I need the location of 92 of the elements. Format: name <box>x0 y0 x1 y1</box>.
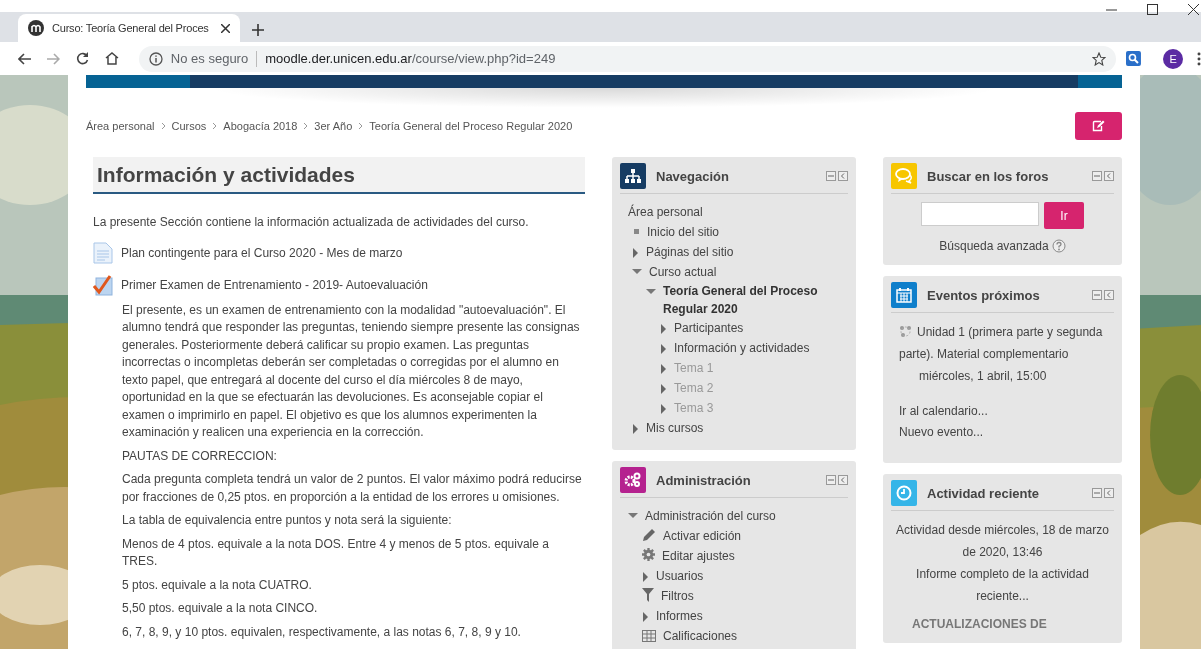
tree-item[interactable]: Mis cursos <box>646 418 704 438</box>
tree-item[interactable]: Curso actual <box>649 262 717 282</box>
back-icon[interactable] <box>18 52 31 65</box>
advanced-search-link[interactable]: Búsqueda avanzada <box>939 239 1049 253</box>
chat-icon <box>891 163 917 189</box>
edit-button[interactable] <box>1075 112 1122 140</box>
dock-icon[interactable] <box>1104 171 1114 181</box>
activity-since: Actividad desde miércoles, 18 de marzo de 2020, 13:46 <box>895 522 1110 561</box>
event-icon <box>899 325 912 338</box>
collapse-icon[interactable] <box>1092 290 1102 300</box>
clock-icon <box>891 480 917 506</box>
breadcrumb-link[interactable]: Cursos <box>171 120 207 132</box>
maximize-icon[interactable] <box>1147 4 1158 15</box>
collapse-icon[interactable] <box>826 171 836 181</box>
collapse-icon[interactable] <box>1092 488 1102 498</box>
collapse-icon[interactable] <box>826 475 836 485</box>
tree-item[interactable]: Inicio del sitio <box>647 222 720 242</box>
section-summary: La presente Sección contiene la información actualizada de actividades del curso. <box>93 214 530 231</box>
tree-item[interactable]: Filtros <box>661 586 694 606</box>
tree-item[interactable]: Activar edición <box>663 526 742 546</box>
chevron-icon <box>303 122 309 130</box>
tree-item[interactable]: Información y actividades <box>674 338 810 358</box>
description-paragraph: 5 ptos. equivale a la nota CUATRO. <box>122 576 313 594</box>
calendar-icon <box>891 282 917 308</box>
chevron-icon <box>358 122 364 130</box>
event-date: miércoles, 1 abril, 15:00 <box>918 368 1048 385</box>
reload-icon[interactable] <box>75 52 89 65</box>
chevron-icon <box>212 122 218 130</box>
tree-item[interactable]: Calificaciones <box>663 626 738 646</box>
chevron-icon <box>160 122 166 130</box>
filter-icon <box>642 588 654 602</box>
description-paragraph: Cada pregunta completa tendrá un valor de 2 puntos. El valor máximo podrá reducirse por fracciones de 0,25 ptos. en proporción a la entidad de los errores u omisiones. <box>122 471 583 506</box>
pencil-icon <box>642 528 656 542</box>
checkmark-icon <box>93 273 113 296</box>
info-icon[interactable] <box>148 51 163 66</box>
breadcrumb-link[interactable]: 3er Año <box>314 120 353 132</box>
site-icon <box>28 20 44 36</box>
dock-icon[interactable] <box>838 171 848 181</box>
tree-item[interactable]: Editar ajustes <box>662 546 735 566</box>
full-report-link[interactable]: Informe completo de la actividad reciente... <box>891 563 1114 607</box>
block-title: Navegación <box>656 168 730 184</box>
description-paragraph: El presente, es un examen de entrenamiento con la modalidad "autoevaluación". El alumno tendrá que responder las preguntas, teniendo siempre presente las consignas generales. Posteriormente deberá calificar su propio examen. Las preguntas incorrectas o incompletas deberán ser completadas o corregidas por el alumno en texto papel, que entregará al docente del curso el día miércoles 8 de mayo, oportunidad en la que se efectuarán las devoluciones. Es aconsejable copiar el examen o imprimirlo en papel. El objetivo es que los alumnos experimenten la examinación y realicen una experiencia en la corrección. <box>122 301 581 441</box>
home-icon[interactable] <box>104 52 119 65</box>
document-icon <box>93 241 113 264</box>
description-paragraph: Menos de 4 ptos. equivale a la nota DOS. Entre 4 y menos de 5 ptos. equivale a TRES. <box>122 535 550 570</box>
menu-icon[interactable] <box>1197 51 1201 66</box>
table-icon <box>642 630 656 642</box>
collapse-icon[interactable] <box>1092 171 1102 181</box>
activity-link[interactable]: Plan contingente para el Curso 2020 - Mes de marzo <box>121 245 403 260</box>
bullet-icon <box>634 229 640 235</box>
calendar-link[interactable]: Ir al calendario... <box>891 401 1114 422</box>
breadcrumb-link[interactable]: Teoría General del Proceso Regular 2020 <box>369 120 573 132</box>
tree-item[interactable]: Usuarios <box>656 566 704 586</box>
close-icon[interactable] <box>1188 4 1199 15</box>
calendar-link[interactable]: Nuevo evento... <box>891 422 1114 443</box>
tree-item[interactable]: Páginas del sitio <box>646 242 734 262</box>
tree-item[interactable]: Informes <box>656 606 703 626</box>
block-title: Buscar en los foros <box>927 168 1050 184</box>
sitemap-icon <box>620 163 646 189</box>
activity-link[interactable]: Primer Examen de Entrenamiento - 2019- Autoevaluación <box>121 277 428 292</box>
block-title: Eventos próximos <box>927 287 1041 303</box>
tree-item[interactable]: Área personal <box>628 202 703 222</box>
dock-icon[interactable] <box>838 475 848 485</box>
browser-tab[interactable]: Curso: Teoría General del Proces <box>18 14 240 42</box>
go-button[interactable]: Ir <box>1044 202 1084 229</box>
breadcrumb-link[interactable]: Abogacía 2018 <box>223 120 298 132</box>
help-icon[interactable] <box>1051 239 1066 253</box>
gears-icon <box>620 467 646 493</box>
description-paragraph: PAUTAS DE CORRECCION: <box>122 447 278 465</box>
tree-item[interactable]: Administración del curso <box>645 506 776 526</box>
block-title: Administración <box>656 472 752 488</box>
search-field[interactable] <box>921 202 1039 226</box>
settings-icon <box>642 548 655 561</box>
edit-icon <box>1092 120 1105 132</box>
updates-heading: ACTUALIZACIONES DE <box>911 617 1048 631</box>
tree-item[interactable]: Participantes <box>674 318 744 338</box>
address-bar[interactable]: No es seguro moodle.der.unicen.edu.ar/course/view.php?id=249 <box>138 45 1117 72</box>
new-tab-icon[interactable] <box>252 24 264 36</box>
dock-icon[interactable] <box>1104 290 1114 300</box>
star-icon[interactable] <box>1092 51 1107 66</box>
description-paragraph: 5,50 ptos. equivale a la nota CINCO. <box>122 600 319 617</box>
section-title: Información y actividades <box>93 157 585 194</box>
forward-icon[interactable] <box>46 52 60 65</box>
description-paragraph: La tabla de equivalencia entre puntos y nota será la siguiente: <box>122 512 453 529</box>
tree-item[interactable]: Teoría General del Proceso Regular 2020 <box>663 282 848 318</box>
description-paragraph: 6, 7, 8, 9, y 10 ptos. equivalen, respectivamente, a las notas 6, 7, 8, 9 y 10. <box>122 623 522 641</box>
block-title: Actividad reciente <box>927 485 1040 501</box>
search-icon[interactable] <box>1126 51 1142 66</box>
close-icon[interactable] <box>221 23 230 33</box>
dock-icon[interactable] <box>1104 488 1114 498</box>
profile-avatar[interactable]: E <box>1163 48 1183 69</box>
breadcrumb-link[interactable]: Área personal <box>86 120 155 132</box>
